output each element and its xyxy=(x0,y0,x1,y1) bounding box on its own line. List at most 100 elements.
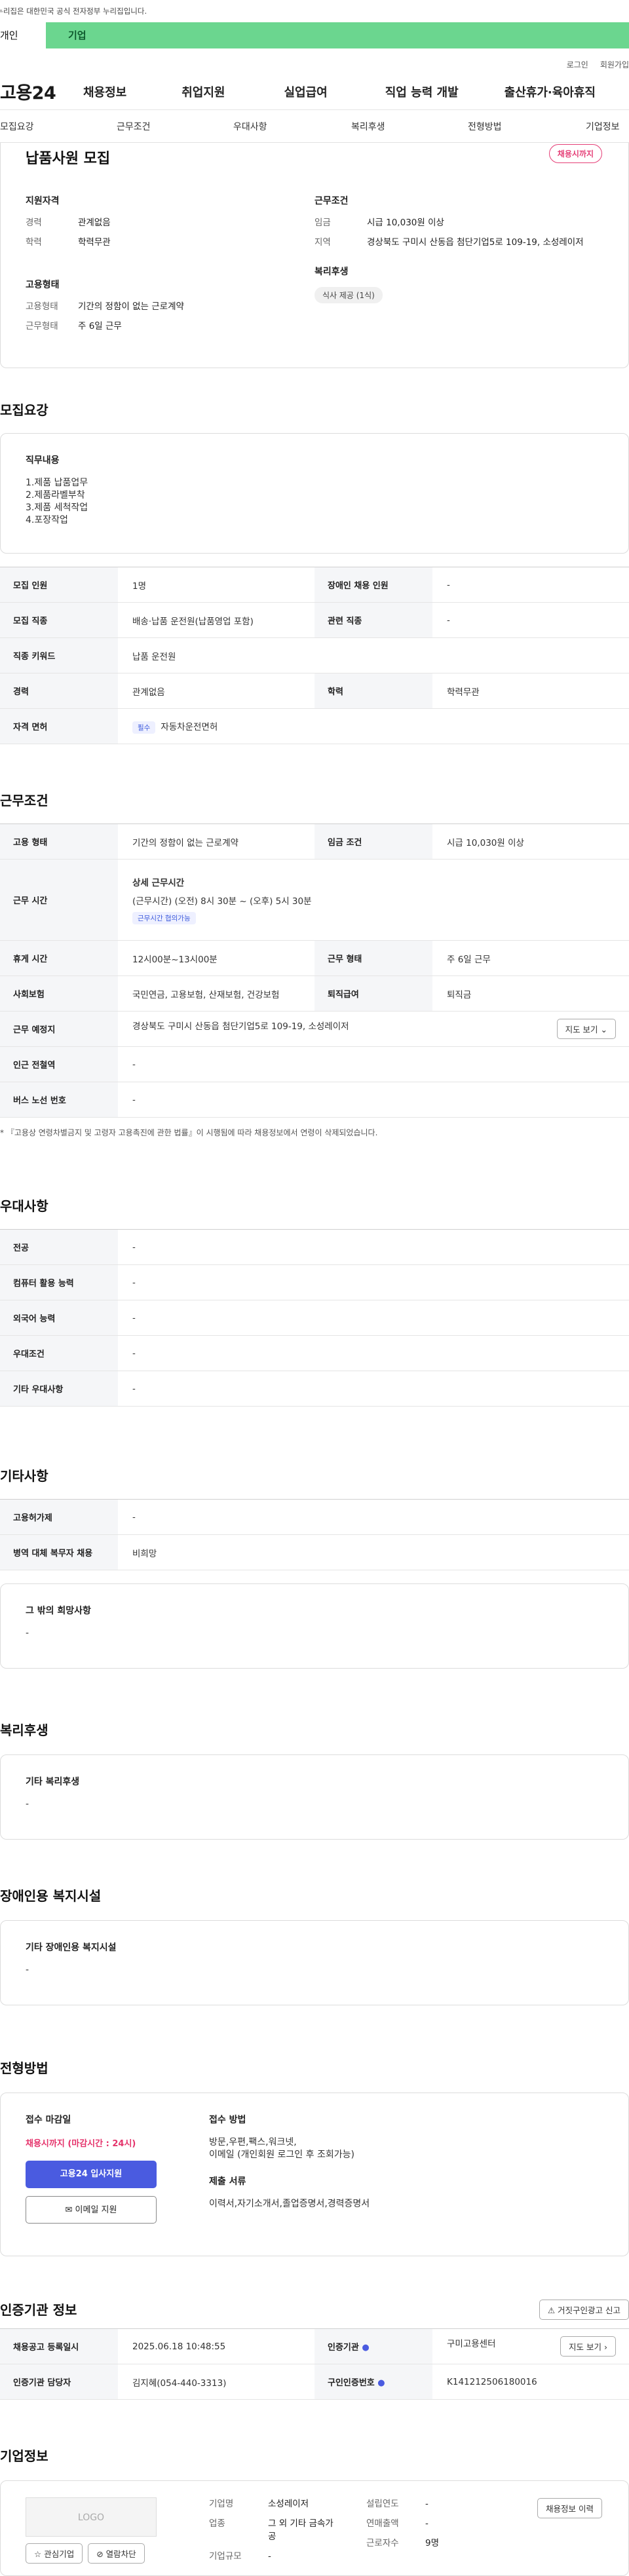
gnb-training[interactable]: 직업 능력 개발 xyxy=(385,83,459,100)
cell-value: 학력무관 xyxy=(432,673,629,709)
industry-value: 그 외 기타 금속가공 xyxy=(268,2518,334,2542)
email-apply-button[interactable]: ✉ 이메일 지원 xyxy=(26,2196,157,2224)
employees-label: 근로자수 xyxy=(366,2538,399,2548)
cell-value: - xyxy=(118,1046,629,1082)
company-box: LOGO ☆ 관심기업 ⊘ 열람차단 기업명 소성레이저 업종 그 외 기타 금속가… xyxy=(0,2480,629,2576)
duty-heading: 직무내용 xyxy=(26,455,60,466)
sales-value: - xyxy=(425,2518,429,2529)
cell-value: 비희망 xyxy=(118,1534,629,1570)
favorite-company-button[interactable]: ☆ 관심기업 xyxy=(26,2543,83,2564)
welfare-box-value: - xyxy=(26,1799,29,1809)
work-table: 고용 형태 기간의 정함이 없는 근로계약 임금 조건 시급 10,030원 이상 근… xyxy=(0,824,629,1118)
table-row: 버스 노선 번호 - xyxy=(0,1082,629,1118)
method-heading: 접수 방법 xyxy=(209,2115,246,2125)
hours-negotiable-tag: 근무시간 협의가능 xyxy=(132,912,196,924)
cell-label: 근무 시간 xyxy=(0,859,118,941)
cell-label: 근무 예정지 xyxy=(0,1011,118,1047)
cell-value: 김지혜(054-440-3313) xyxy=(118,2364,314,2400)
table-row: 우대조건 - xyxy=(0,1335,629,1371)
subnav-preferences[interactable]: 우대사항 xyxy=(233,120,351,133)
job-history-button[interactable]: 채용정보 이력 xyxy=(537,2498,602,2518)
subnav-conditions[interactable]: 근무조건 xyxy=(117,120,233,133)
duty-box: 직무내용 1.제품 납품업무 2.제품라벨부착 3.제품 세척작업 4.포장작업 xyxy=(0,433,629,554)
report-ad-button[interactable]: ⚠ 거짓구인광고 신고 xyxy=(539,2300,629,2320)
education-label: 학력 xyxy=(26,237,42,248)
gnb-jobs[interactable]: 채용정보 xyxy=(83,83,126,100)
subnav-company[interactable]: 기업정보 xyxy=(586,120,620,133)
cell-label: 장애인 채용 인원 xyxy=(314,567,432,603)
etc-section-title: 기타사항 xyxy=(0,1468,48,1484)
table-row: 채용공고 등록일시 2025.06.18 10:48:55 인증기관 ● 구미고용센터… xyxy=(0,2328,629,2364)
info-icon[interactable]: ● xyxy=(377,2378,385,2388)
cell-value: - xyxy=(118,1371,629,1407)
cell-label: 휴게 시간 xyxy=(0,940,118,976)
year-value: - xyxy=(425,2499,429,2509)
email-apply-label: 이메일 지원 xyxy=(75,2205,117,2215)
workform-label: 근무형태 xyxy=(26,321,58,331)
info-icon[interactable]: ● xyxy=(362,2343,369,2353)
gnb-leave[interactable]: 출산휴가·육아휴직 xyxy=(505,83,596,100)
signup-link[interactable]: 회원가입 xyxy=(600,59,629,73)
cell-label: 모집 인원 xyxy=(0,567,118,603)
cell-label: 구인인증번호 ● xyxy=(314,2364,432,2400)
subnav-welfare[interactable]: 복리후생 xyxy=(351,120,468,133)
disabled-box-heading: 기타 장애인용 복지시설 xyxy=(26,1942,117,1953)
table-row: 모집 직종 배송·납품 운전원(납품영업 포함) 관련 직종 - xyxy=(0,602,629,638)
emptype-label: 고용형태 xyxy=(26,301,58,312)
qualification-heading: 지원자격 xyxy=(26,196,60,206)
table-row: 사회보험 국민연금, 고용보험, 산재보험, 건강보험 퇴직급여 퇴직금 xyxy=(0,975,629,1012)
company-logo: LOGO xyxy=(26,2497,157,2537)
other-wish-value: - xyxy=(26,1628,29,1638)
cell-value: K141212506180016 xyxy=(432,2364,629,2400)
subnav-process[interactable]: 전형방법 xyxy=(468,120,586,133)
table-row: 직종 키워드 납품 운전원 xyxy=(0,637,629,673)
other-wish-box: 그 밖의 희망사항 - xyxy=(0,1583,629,1669)
mail-icon: ✉ xyxy=(65,2205,75,2215)
deadline-heading: 접수 마감일 xyxy=(26,2115,71,2125)
table-row: 근무 시간 상세 근무시간 (근무시간) (오전) 8시 30분 ~ (오후) … xyxy=(0,859,629,941)
cell-label: 기타 우대사항 xyxy=(0,1371,118,1407)
cell-value: 시급 10,030원 이상 xyxy=(432,824,629,860)
subnav-recruit[interactable]: 모집요강 xyxy=(0,120,117,133)
site-logo[interactable]: 고용24 xyxy=(0,79,69,104)
recruit-section-title: 모집요강 xyxy=(0,402,48,418)
cell-value: - xyxy=(432,567,629,603)
welfare-heading: 복리후생 xyxy=(314,267,349,277)
block-company-button[interactable]: ⊘ 열람차단 xyxy=(88,2543,145,2564)
apply-button[interactable]: 고용24 입사지원 xyxy=(26,2161,157,2188)
org-map-button[interactable]: 지도 보기 › xyxy=(560,2336,616,2357)
method-value-2: 이메일 (개인회원 로그인 후 조회가능) xyxy=(209,2150,354,2160)
page-title: 납품사원 모집 xyxy=(26,151,111,167)
tab-company[interactable]: 기업 xyxy=(46,22,138,48)
cell-label: 컴퓨터 활용 능력 xyxy=(0,1264,118,1300)
emptype-value: 기간의 정함이 없는 근로계약 xyxy=(78,301,184,312)
global-nav: 고용24 채용정보 취업지원 실업급여 직업 능력 개발 출산휴가·육아휴직 xyxy=(0,73,629,110)
report-ad-label: 거짓구인광고 신고 xyxy=(558,2305,620,2315)
login-link[interactable]: 로그인 xyxy=(567,59,588,73)
cell-label: 버스 노선 번호 xyxy=(0,1082,118,1118)
gnb-employment[interactable]: 취업지원 xyxy=(181,83,225,100)
area-label: 지역 xyxy=(314,237,331,248)
map-toggle-button[interactable]: 지도 보기 ⌄ xyxy=(556,1019,616,1039)
table-row: 외국어 능력 - xyxy=(0,1300,629,1336)
disabled-section-title: 장애인용 복지시설 xyxy=(0,1888,102,1904)
cell-value: - xyxy=(118,1499,629,1535)
cell-label: 학력 xyxy=(314,673,432,709)
docs-heading: 제출 서류 xyxy=(209,2176,246,2187)
cell-value: - xyxy=(118,1300,629,1336)
table-row: 인증기관 담당자 김지혜(054-440-3313) 구인인증번호 ● K141212… xyxy=(0,2364,629,2400)
table-row: 고용 형태 기간의 정함이 없는 근로계약 임금 조건 시급 10,030원 이상 xyxy=(0,824,629,860)
career-value: 관계없음 xyxy=(78,218,111,228)
cell-label: 우대조건 xyxy=(0,1335,118,1371)
gnb-unemployment[interactable]: 실업급여 xyxy=(284,83,328,100)
warning-icon: ⚠ xyxy=(547,2305,558,2315)
utility-bar: 로그인 회원가입 xyxy=(0,48,629,73)
tab-personal[interactable]: 개인 xyxy=(0,22,46,48)
welfare-box: 기타 복리후생 - xyxy=(0,1754,629,1840)
deadline-value: 채용시까지 (마감시간 : 24시) xyxy=(26,2139,136,2149)
cell-label: 경력 xyxy=(0,673,118,709)
age-notice: * 『고용상 연령차별금지 및 고령자 고용촉진에 관한 법률』이 시행됨에 따… xyxy=(0,1128,378,1137)
industry-label: 업종 xyxy=(209,2518,225,2529)
scale-label: 기업규모 xyxy=(209,2551,242,2562)
table-row: 경력 관계없음 학력 학력무관 xyxy=(0,673,629,709)
